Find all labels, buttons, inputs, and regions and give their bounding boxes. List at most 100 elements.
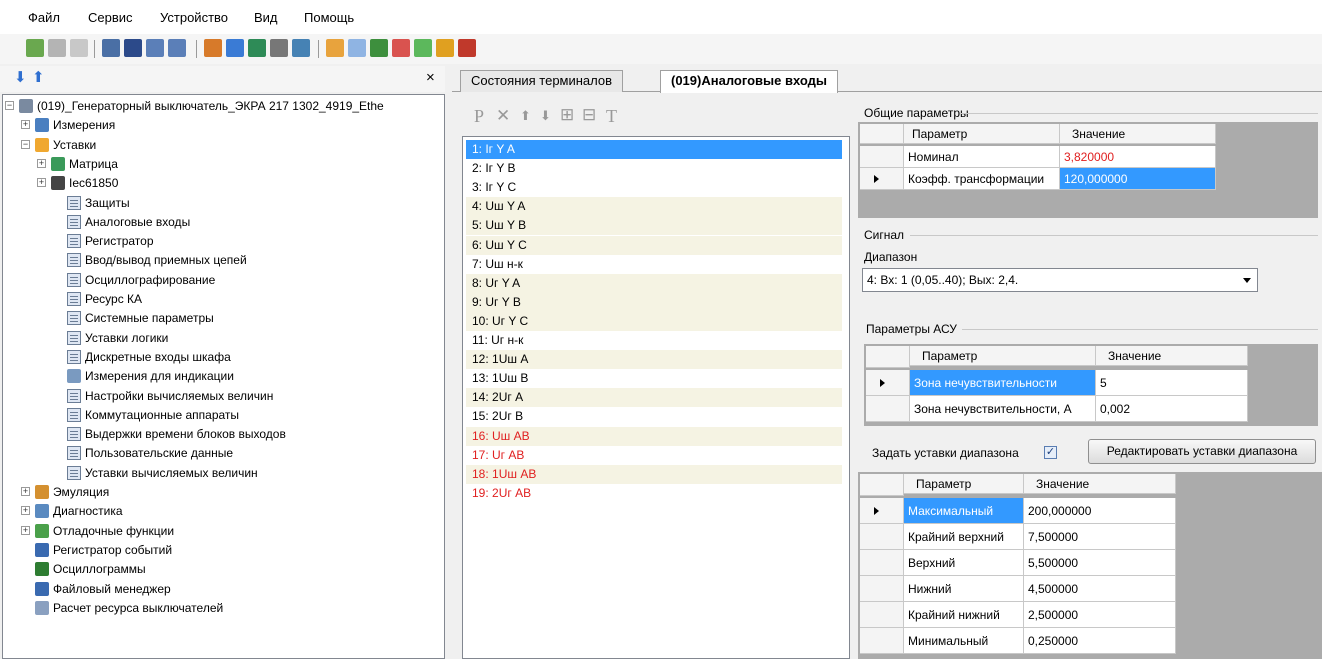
tree-item[interactable]: Коммутационные аппараты bbox=[3, 406, 443, 424]
tree-item[interactable]: Настройки вычисляемых величин bbox=[3, 387, 443, 405]
tree-item[interactable]: − (019)_Генераторный выключатель_ЭКРА 217… bbox=[3, 97, 443, 115]
collapse-toggle-icon[interactable]: − bbox=[21, 139, 30, 149]
signal-row[interactable]: 15: 2Uг B bbox=[466, 407, 842, 426]
export-icon[interactable] bbox=[370, 39, 388, 57]
tree-item[interactable]: Выдержки времени блоков выходов bbox=[3, 425, 443, 443]
close-icon[interactable]: × bbox=[426, 69, 435, 86]
tree-item[interactable]: Осциллографирование bbox=[3, 271, 443, 289]
table-dropdown-icon[interactable] bbox=[168, 39, 186, 57]
move-down-icon[interactable]: ⬇ bbox=[540, 108, 551, 124]
signal-row[interactable]: 1: Iг Y A bbox=[466, 140, 842, 159]
edit-range-button[interactable]: Редактировать уставки диапазона bbox=[1088, 439, 1316, 464]
tree-item[interactable]: Защиты bbox=[3, 194, 443, 212]
tree-item[interactable]: Регистратор bbox=[3, 232, 443, 250]
arrow-up-icon[interactable]: ⬆ bbox=[32, 68, 45, 86]
signal-row[interactable]: 2: Iг Y B bbox=[466, 159, 842, 178]
signal-row[interactable]: 16: Uш AB bbox=[466, 426, 842, 446]
tree-item[interactable]: + Измерения bbox=[3, 116, 443, 134]
tree-item[interactable]: − Уставки bbox=[3, 136, 443, 154]
param-value[interactable]: 2,500000 bbox=[1024, 602, 1176, 628]
signal-row[interactable]: 14: 2Uг A bbox=[466, 388, 842, 408]
tree-item[interactable]: Измерения для индикации bbox=[3, 367, 443, 385]
read-icon[interactable] bbox=[204, 39, 222, 57]
expand-toggle-icon[interactable]: + bbox=[21, 120, 30, 130]
list-icon[interactable] bbox=[102, 39, 120, 57]
tree-item[interactable]: Уставки вычисляемых величин bbox=[3, 464, 443, 482]
write-icon[interactable] bbox=[226, 39, 244, 57]
expand-icon[interactable]: ⊞ bbox=[560, 105, 574, 125]
flag-icon[interactable] bbox=[458, 39, 476, 57]
menu-file[interactable]: Файл bbox=[28, 10, 60, 25]
signal-row[interactable]: 9: Uг Y B bbox=[466, 292, 842, 312]
network-icon[interactable] bbox=[414, 39, 432, 57]
tree-item[interactable]: + Матрица bbox=[3, 155, 443, 173]
move-up-icon[interactable]: ⬆ bbox=[520, 108, 531, 124]
menu-device[interactable]: Устройство bbox=[160, 10, 228, 25]
tab-terminal-states[interactable]: Состояния терминалов bbox=[460, 70, 624, 92]
rename-icon[interactable]: P bbox=[474, 106, 484, 127]
tree-item[interactable]: Осциллограммы bbox=[3, 560, 443, 578]
edit-icon[interactable] bbox=[348, 39, 366, 57]
range-settings-checkbox[interactable]: ✓ bbox=[1044, 446, 1057, 459]
tree-item[interactable]: Системные параметры bbox=[3, 309, 443, 327]
tree-item[interactable]: Расчет ресурса выключателей bbox=[3, 599, 443, 617]
tools-icon[interactable] bbox=[436, 39, 454, 57]
signal-row[interactable]: 5: Uш Y B bbox=[466, 216, 842, 236]
param-value[interactable]: 200,000000 bbox=[1024, 498, 1176, 524]
chart-icon[interactable] bbox=[392, 39, 410, 57]
expand-toggle-icon[interactable]: + bbox=[21, 525, 30, 535]
expand-toggle-icon[interactable]: + bbox=[21, 506, 30, 516]
tree-item[interactable]: + Диагностика bbox=[3, 502, 443, 520]
expand-toggle-icon[interactable]: + bbox=[21, 487, 30, 496]
param-value[interactable]: 3,820000 bbox=[1060, 146, 1216, 168]
param-value[interactable]: 0,250000 bbox=[1024, 628, 1176, 654]
signal-row[interactable]: 4: Uш Y A bbox=[466, 197, 842, 217]
signal-row[interactable]: 18: 1Uш AB bbox=[466, 464, 842, 484]
param-value[interactable]: 120,000000 bbox=[1060, 168, 1216, 190]
menu-view[interactable]: Вид bbox=[254, 10, 278, 25]
menu-help[interactable]: Помощь bbox=[304, 10, 354, 25]
signal-row[interactable]: 12: 1Uш A bbox=[466, 350, 842, 370]
signal-row[interactable]: 10: Uг Y C bbox=[466, 311, 842, 331]
tree-item[interactable]: Аналоговые входы bbox=[3, 213, 443, 231]
expand-toggle-icon[interactable]: + bbox=[37, 158, 46, 168]
matrix-view-icon[interactable] bbox=[124, 39, 142, 57]
signal-row[interactable]: 17: Uг AB bbox=[466, 446, 842, 465]
signal-row[interactable]: 7: Uш н-к bbox=[466, 255, 842, 274]
tree-item[interactable]: Регистратор событий bbox=[3, 541, 443, 559]
param-value[interactable]: 0,002 bbox=[1096, 396, 1248, 422]
signal-row[interactable]: 13: 1Uш B bbox=[466, 369, 842, 388]
compare-icon[interactable] bbox=[248, 39, 266, 57]
signal-row[interactable]: 11: Uг н-к bbox=[466, 331, 842, 350]
collapse-toggle-icon[interactable]: − bbox=[5, 101, 14, 110]
signal-row[interactable]: 3: Iг Y C bbox=[466, 178, 842, 197]
tree-item[interactable]: + Эмуляция bbox=[3, 483, 443, 501]
tree-item[interactable]: + Iec61850 bbox=[3, 174, 443, 192]
signal-row[interactable]: 6: Uш Y C bbox=[466, 235, 842, 255]
tree-item[interactable]: + Отладочные функции bbox=[3, 522, 443, 540]
tree-item[interactable]: Ресурс КА bbox=[3, 290, 443, 308]
param-value[interactable]: 7,500000 bbox=[1024, 524, 1176, 550]
connect-icon[interactable] bbox=[26, 39, 44, 57]
text-icon[interactable]: T bbox=[606, 106, 617, 127]
param-value[interactable]: 5,500000 bbox=[1024, 550, 1176, 576]
param-value[interactable]: 4,500000 bbox=[1024, 576, 1176, 602]
folder-icon[interactable] bbox=[326, 39, 344, 57]
tree-item[interactable]: Файловый менеджер bbox=[3, 580, 443, 598]
arrow-down-icon[interactable]: ⬇ bbox=[14, 68, 27, 86]
menu-service[interactable]: Сервис bbox=[88, 10, 133, 25]
tree-item[interactable]: Дискретные входы шкафа bbox=[3, 348, 443, 366]
disconnect-icon[interactable] bbox=[48, 39, 66, 57]
signal-row[interactable]: 8: Uг Y A bbox=[466, 273, 842, 293]
tree-item[interactable]: Пользовательские данные bbox=[3, 444, 443, 462]
param-value[interactable]: 5 bbox=[1096, 370, 1248, 396]
expand-toggle-icon[interactable]: + bbox=[37, 178, 46, 188]
tree-item[interactable]: Уставки логики bbox=[3, 329, 443, 347]
signal-row[interactable]: 19: 2Uг AB bbox=[466, 484, 842, 503]
properties-icon[interactable] bbox=[70, 39, 88, 57]
range-select[interactable]: 4: Вх: 1 (0,05..40); Вых: 2,4. bbox=[862, 268, 1258, 292]
tab-analog-inputs[interactable]: (019)Аналоговые входы bbox=[660, 70, 838, 93]
tree-item[interactable]: Ввод/вывод приемных цепей bbox=[3, 251, 443, 269]
delete-icon[interactable]: ✕ bbox=[496, 106, 510, 126]
sync-icon[interactable] bbox=[292, 39, 310, 57]
